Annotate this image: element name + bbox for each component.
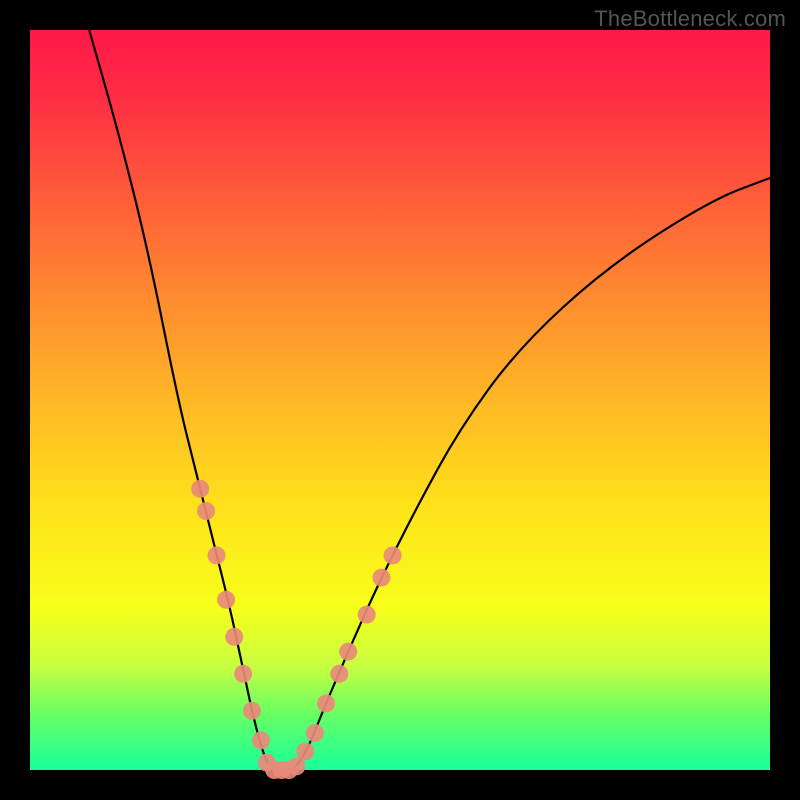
data-marker <box>373 569 391 587</box>
data-marker <box>330 665 348 683</box>
data-marker <box>243 702 261 720</box>
data-marker <box>339 643 357 661</box>
data-marker <box>317 694 335 712</box>
data-marker <box>191 480 209 498</box>
data-marker <box>358 606 376 624</box>
data-marker <box>234 665 252 683</box>
data-marker <box>207 546 225 564</box>
watermark-label: TheBottleneck.com <box>594 6 786 32</box>
plot-area <box>30 30 770 770</box>
bottleneck-curve <box>89 30 770 770</box>
data-marker <box>217 591 235 609</box>
marker-group <box>191 480 401 779</box>
data-marker <box>296 743 314 761</box>
data-marker <box>225 628 243 646</box>
chart-svg <box>30 30 770 770</box>
data-marker <box>384 546 402 564</box>
data-marker <box>306 724 324 742</box>
data-marker <box>252 731 270 749</box>
chart-frame: TheBottleneck.com <box>0 0 800 800</box>
data-marker <box>197 502 215 520</box>
